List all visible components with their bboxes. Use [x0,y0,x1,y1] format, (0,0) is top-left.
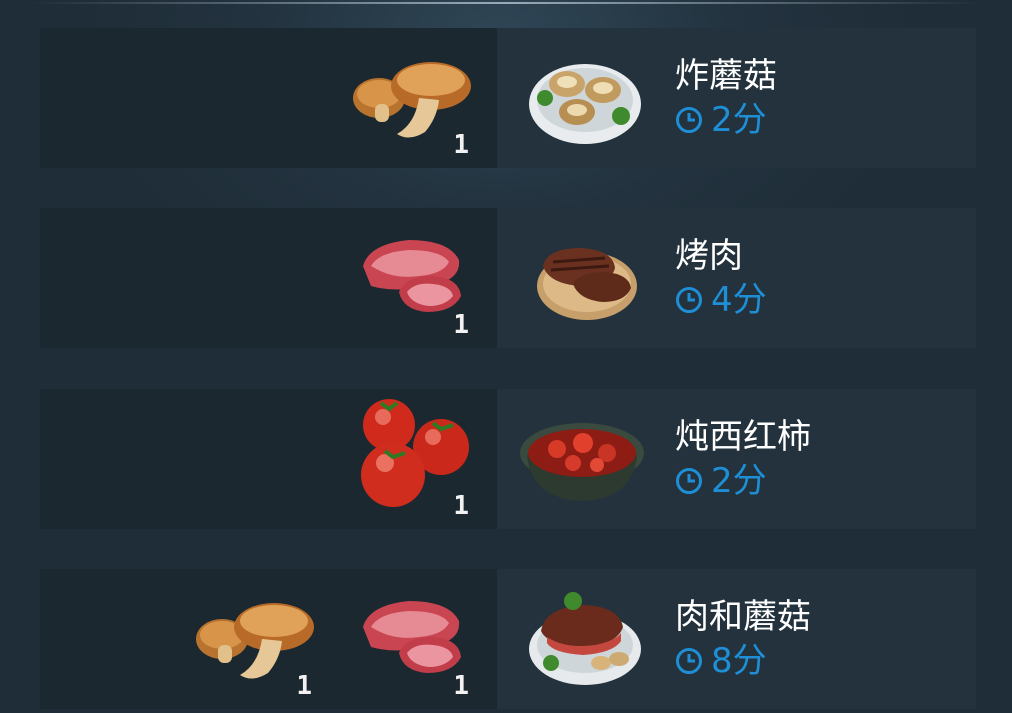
cook-time-value: 2分 [711,100,767,140]
ingredient-slot[interactable]: 1 [347,28,477,168]
cook-time-value: 2分 [711,461,767,501]
ingredients-panel: 1 1 [40,569,497,709]
clock-icon [676,107,702,133]
top-divider [30,2,982,4]
cook-time-value: 8分 [711,641,767,681]
recipe-row-grilled-meat[interactable]: 1 烤肉 4分 [40,208,976,348]
ingredients-panel: 1 [40,28,497,168]
grilled-steak-icon [537,248,637,320]
recipe-name: 炖西红柿 [675,417,811,457]
ingredient-quantity: 1 [453,130,469,160]
result-panel: 肉和蘑菇 8分 [497,569,976,709]
recipe-row-fried-mushrooms[interactable]: 1 炸蘑菇 2分 [40,28,976,168]
cook-time: 4分 [675,280,767,320]
clock-icon [676,648,702,674]
ingredient-slot[interactable]: 1 [347,208,477,348]
cook-time: 2分 [675,100,767,140]
recipe-row-meat-and-mushrooms[interactable]: 1 1 肉和蘑菇 8分 [40,569,976,709]
stewed-tomatoes-icon [520,423,644,501]
recipe-name: 炸蘑菇 [675,56,777,96]
ingredient-quantity: 1 [453,671,469,701]
ingredient-slot[interactable]: 1 [347,389,477,529]
steak-with-mushrooms-icon [529,592,641,685]
result-panel: 炖西红柿 2分 [497,389,976,529]
ingredients-panel: 1 [40,208,497,348]
ingredient-slot[interactable]: 1 [190,569,320,709]
result-panel: 炸蘑菇 2分 [497,28,976,168]
ingredient-slot[interactable]: 1 [347,569,477,709]
recipe-row-stewed-tomatoes[interactable]: 1 炖西红柿 2分 [40,389,976,529]
cook-time: 8分 [675,641,767,681]
recipe-name: 肉和蘑菇 [675,597,811,637]
cook-time-value: 4分 [711,280,767,320]
ingredient-quantity: 1 [453,310,469,340]
recipe-name: 烤肉 [675,236,743,276]
fried-mushrooms-icon [529,64,641,144]
clock-icon [676,287,702,313]
ingredient-quantity: 1 [453,491,469,521]
clock-icon [676,468,702,494]
cook-time: 2分 [675,461,767,501]
ingredient-quantity: 1 [296,671,312,701]
ingredients-panel: 1 [40,389,497,529]
result-panel: 烤肉 4分 [497,208,976,348]
